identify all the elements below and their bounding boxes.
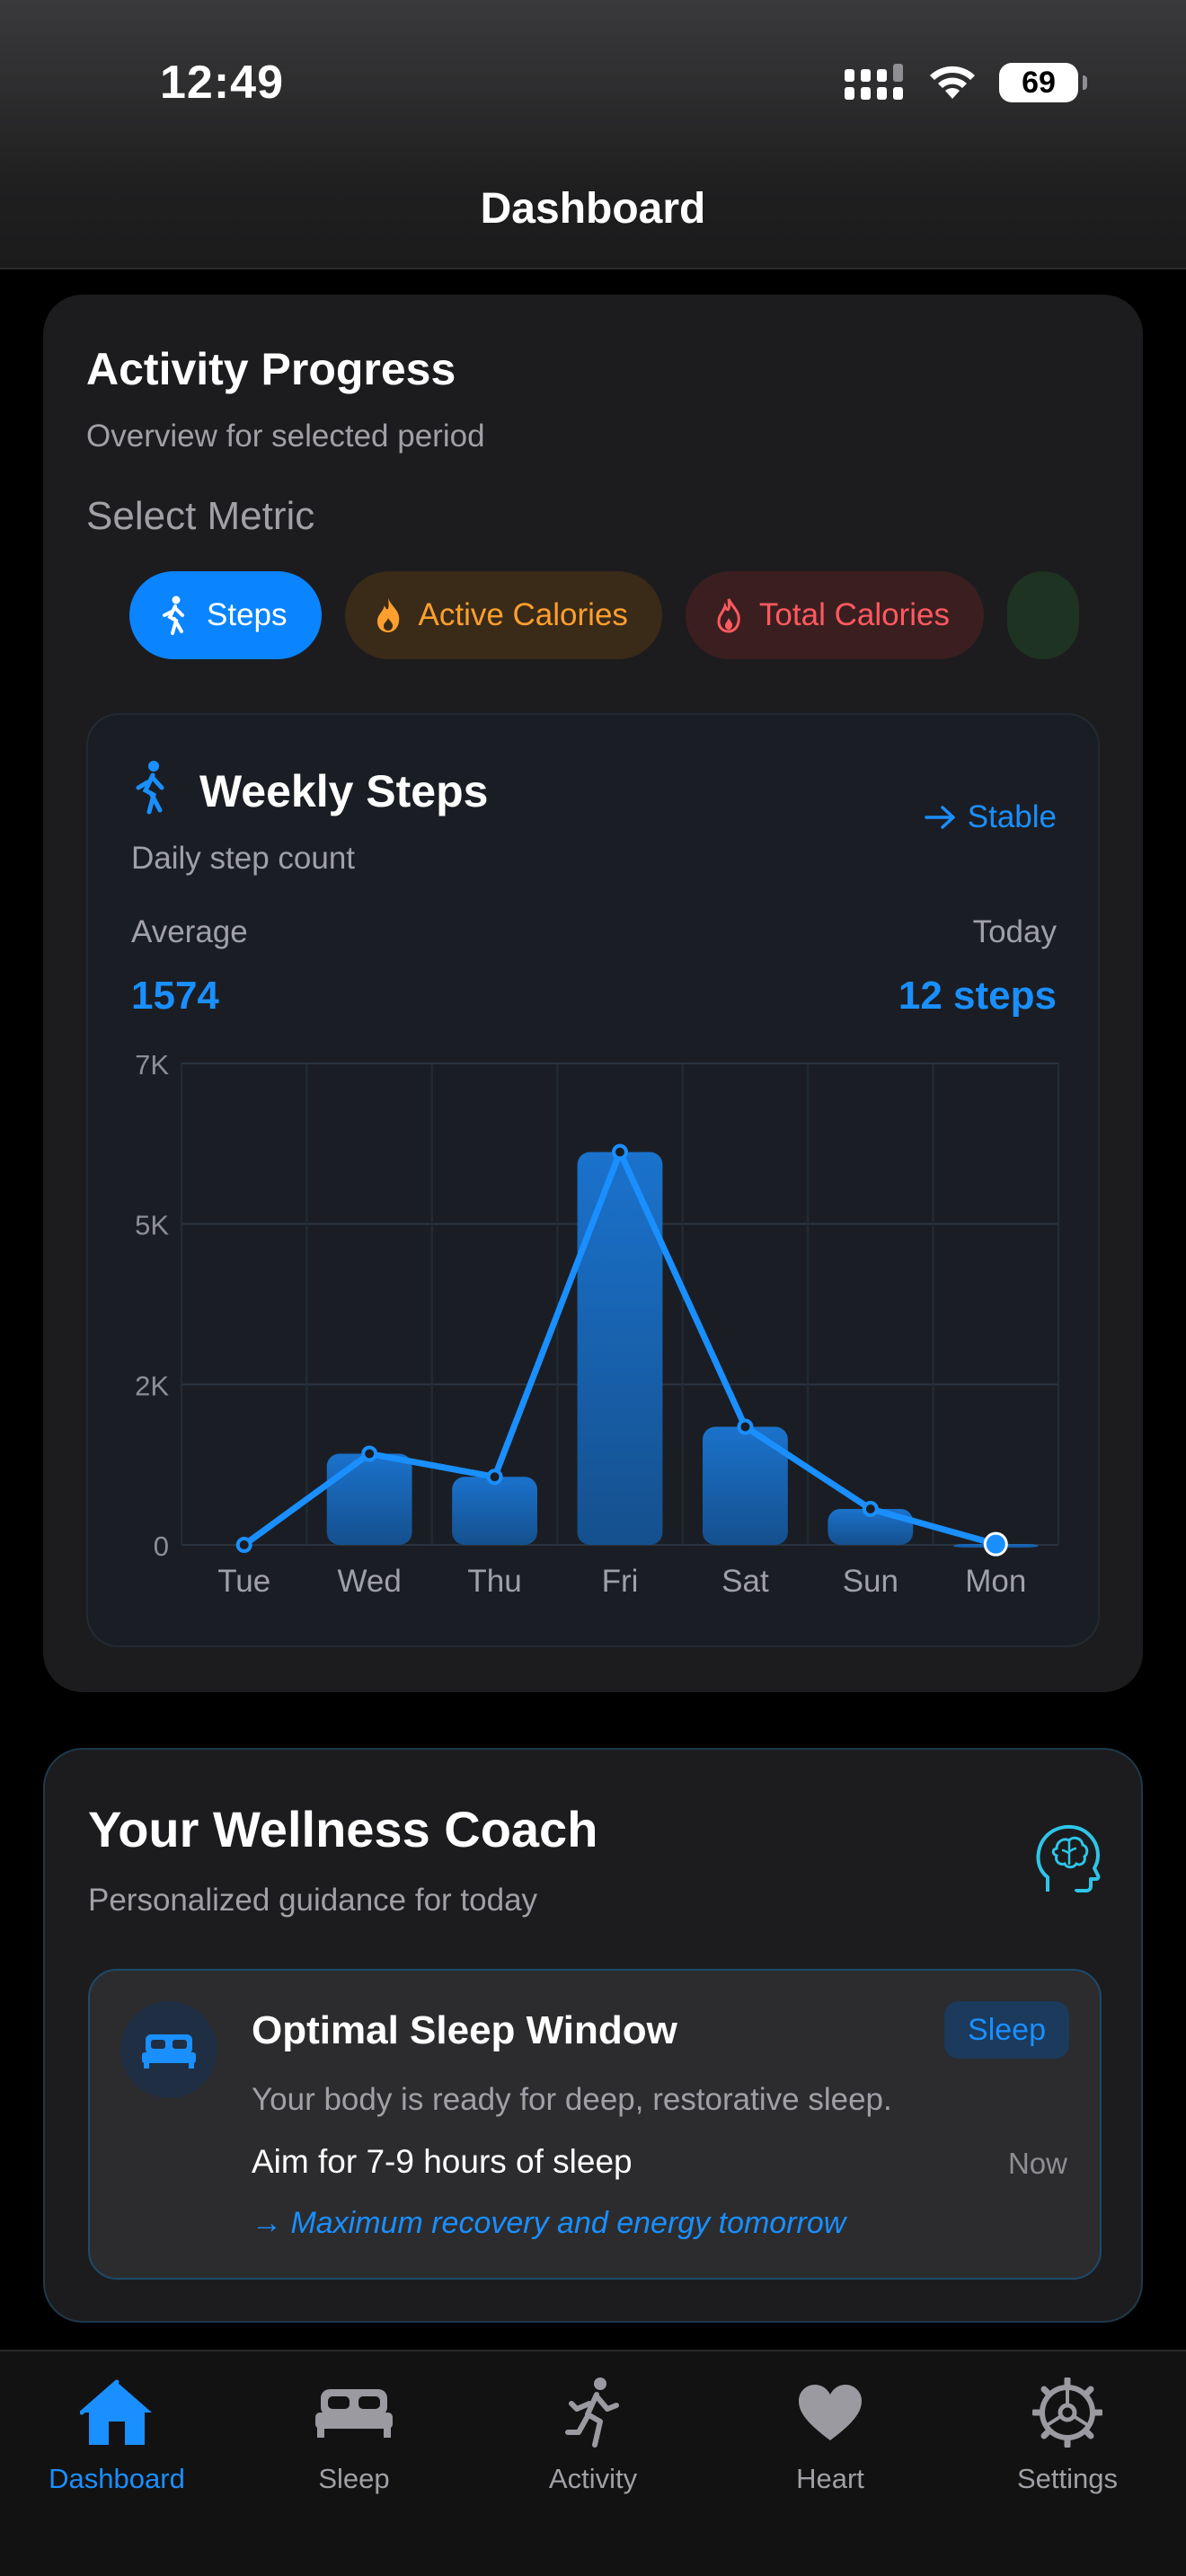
x-tick-label: Sun <box>843 1564 898 1599</box>
coach-title: Your Wellness Coach <box>88 1801 598 1857</box>
wellness-coach-card: Your Wellness Coach Personalized guidanc… <box>43 1748 1143 2323</box>
status-icons: 69 <box>845 63 1087 102</box>
house-icon <box>80 2379 152 2445</box>
x-tick-label: Thu <box>467 1564 521 1599</box>
flame-icon <box>376 598 399 632</box>
data-point <box>862 1500 879 1517</box>
metric-chip-label: Active Calories <box>418 597 628 632</box>
gear-icon <box>1032 2378 1102 2448</box>
x-tick-label: Mon <box>965 1564 1026 1599</box>
coach-tip-card[interactable]: Optimal Sleep Window Sleep Your body is … <box>88 1969 1102 2280</box>
walking-icon <box>163 595 184 635</box>
tab-sleep[interactable]: Sleep <box>246 2369 462 2495</box>
tip-time: Now <box>1007 2147 1067 2180</box>
cellular-signal-icon <box>845 64 903 100</box>
data-point <box>486 1469 503 1486</box>
tip-avatar <box>120 2001 217 2098</box>
bed-icon <box>315 2389 393 2438</box>
tab-label: Settings <box>1016 2463 1118 2494</box>
metric-chip-total-calories[interactable]: Total Calories <box>685 571 984 659</box>
tip-benefit: → Maximum recovery and energy tomorrow <box>252 2206 846 2240</box>
tab-label: Activity <box>548 2463 638 2494</box>
x-tick-label: Tue <box>217 1564 270 1599</box>
battery-indicator: 69 <box>999 63 1087 102</box>
select-metric-label: Select Metric <box>86 494 315 538</box>
top-bar: 12:49 69 Dashboard <box>0 0 1186 269</box>
metric-chips[interactable]: Steps Active Calories Total Calories <box>129 571 1145 661</box>
metric-chip-active-calories[interactable]: Active Calories <box>344 571 662 659</box>
data-point <box>983 1531 1008 1557</box>
steps-bar-chart: 0 2K 5K 7K Tue Wed Thu Fri Sat Sun Mon <box>135 1049 1059 1599</box>
activity-progress-card: Activity Progress Overview for selected … <box>43 295 1143 1692</box>
tip-action: Aim for 7-9 hours of sleep <box>252 2143 633 2180</box>
tab-dashboard[interactable]: Dashboard <box>9 2369 225 2495</box>
data-point <box>737 1418 754 1435</box>
tab-settings[interactable]: Settings <box>960 2369 1175 2495</box>
bed-icon <box>142 2034 196 2069</box>
weekly-steps-card: Weekly Steps Daily step count Stable Ave… <box>86 713 1100 1647</box>
x-tick-label: Fri <box>602 1564 639 1599</box>
tip-body: Your body is ready for deep, restorative… <box>252 2082 892 2117</box>
coach-subtitle: Personalized guidance for today <box>88 1883 538 1918</box>
page-title: Dashboard <box>480 185 706 233</box>
tab-activity[interactable]: Activity <box>485 2369 701 2495</box>
tab-label: Heart <box>796 2463 864 2494</box>
tab-bar: Dashboard Sleep Activity Heart Settings <box>0 2350 1186 2576</box>
tab-label: Dashboard <box>49 2463 185 2494</box>
activity-title: Activity Progress <box>86 344 456 394</box>
activity-subtitle: Overview for selected period <box>86 419 485 454</box>
tip-title: Optimal Sleep Window <box>252 2008 677 2052</box>
metric-chip-label: Steps <box>207 597 288 632</box>
data-point <box>612 1143 628 1160</box>
bar-wed <box>326 1453 412 1545</box>
brain-head-icon <box>1036 1824 1101 1892</box>
metric-chip-steps[interactable]: Steps <box>129 571 322 659</box>
data-point <box>235 1537 252 1553</box>
wifi-icon <box>930 66 975 99</box>
y-tick-label: 7K <box>135 1049 169 1081</box>
y-tick-label: 0 <box>154 1531 169 1562</box>
tip-category-badge: Sleep <box>944 2001 1069 2059</box>
metric-chip-label: Total Calories <box>758 597 950 632</box>
metric-chip-more[interactable] <box>1006 571 1079 659</box>
runner-icon <box>565 2378 619 2448</box>
heart-icon <box>799 2385 862 2440</box>
tab-heart[interactable]: Heart <box>722 2369 938 2495</box>
tab-label: Sleep <box>318 2463 390 2494</box>
flame-outline-icon <box>717 598 740 633</box>
y-tick-label: 5K <box>135 1210 169 1241</box>
x-tick-label: Sat <box>721 1564 769 1599</box>
data-point <box>361 1445 378 1462</box>
y-tick-label: 2K <box>135 1370 169 1401</box>
status-time: 12:49 <box>160 57 284 109</box>
bar-thu <box>452 1477 537 1545</box>
x-tick-label: Wed <box>337 1564 401 1599</box>
